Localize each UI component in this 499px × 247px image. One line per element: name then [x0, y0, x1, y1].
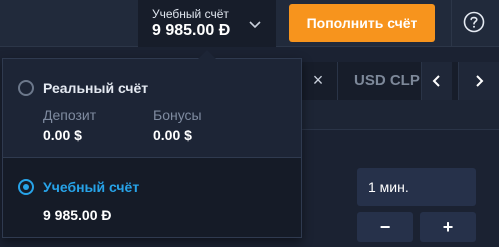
- real-account-option[interactable]: Реальный счёт Депозит 0.00 $ Бонусы 0.00…: [3, 59, 301, 157]
- increase-button[interactable]: +: [420, 212, 476, 242]
- account-type-label: Учебный счёт: [152, 7, 229, 21]
- question-icon[interactable]: [463, 11, 485, 33]
- deposit-button[interactable]: Пополнить счёт: [289, 4, 435, 42]
- expiry-time-field[interactable]: 1 мин.: [357, 168, 476, 206]
- deposit-value: 0.00 $: [43, 127, 82, 143]
- dropdown-pointer: [198, 50, 216, 59]
- chevron-left-icon: [432, 75, 440, 87]
- deposit-label: Депозит: [43, 107, 97, 123]
- divider: [337, 62, 338, 100]
- bonus-label: Бонусы: [153, 107, 202, 123]
- bonus-value: 0.00 $: [153, 127, 192, 143]
- tabs-next-button[interactable]: [458, 62, 499, 100]
- account-switcher[interactable]: Учебный счёт 9 985.00 Đ: [138, 0, 276, 47]
- demo-account-label: Учебный счёт: [43, 179, 140, 195]
- close-icon[interactable]: ×: [309, 70, 327, 90]
- decrease-button[interactable]: −: [357, 212, 413, 242]
- divider: [451, 0, 452, 47]
- account-balance: 9 985.00 Đ: [152, 22, 231, 39]
- tabs-prev-button[interactable]: [421, 62, 452, 100]
- radio-unchecked-icon[interactable]: [18, 80, 34, 96]
- demo-balance: 9 985.00 Đ: [43, 207, 112, 223]
- radio-checked-icon[interactable]: [18, 179, 34, 195]
- tab-asset[interactable]: USD CLP: [354, 72, 420, 89]
- chevron-right-icon: [476, 75, 484, 87]
- chevron-down-icon: [249, 21, 261, 29]
- real-account-label: Реальный счёт: [43, 80, 149, 96]
- demo-account-option[interactable]: Учебный счёт 9 985.00 Đ: [3, 158, 301, 237]
- sub-toolbar: [302, 100, 499, 130]
